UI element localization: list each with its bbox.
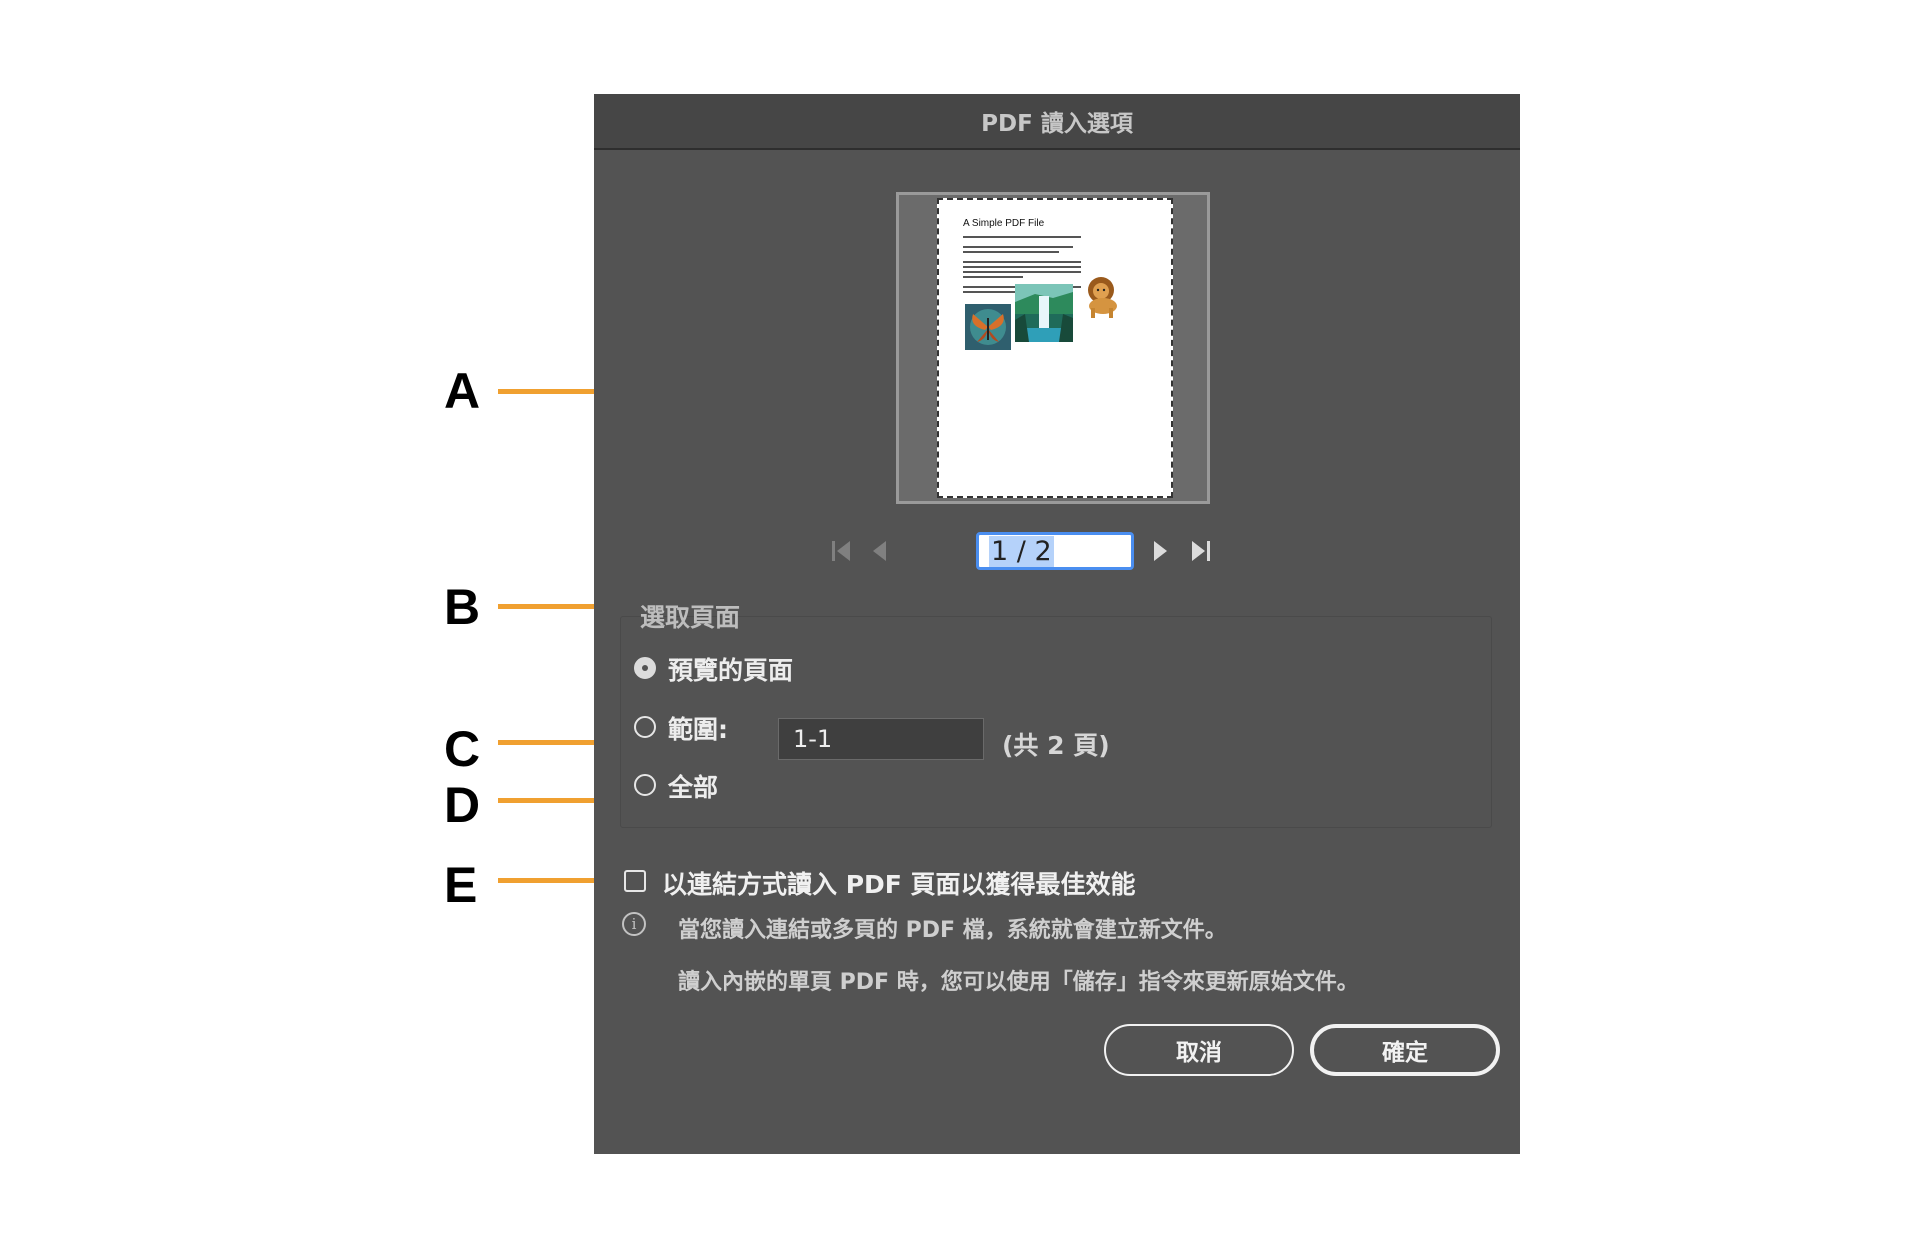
- preview-text-line: [963, 246, 1073, 248]
- preview-page: A Simple PDF File: [937, 198, 1173, 498]
- butterfly-image: [965, 304, 1011, 350]
- preview-page-title: A Simple PDF File: [963, 218, 1045, 229]
- link-pdf-checkbox-label: 以連結方式讀入 PDF 頁面以獲得最佳效能: [662, 870, 1136, 899]
- radio-previewed-page[interactable]: [634, 657, 656, 679]
- next-page-button[interactable]: [1146, 534, 1176, 568]
- preview-text-line: [963, 276, 1023, 278]
- link-pdf-checkbox[interactable]: [624, 870, 646, 892]
- first-page-button[interactable]: [826, 534, 856, 568]
- dialog-title: PDF 讀入選項: [594, 94, 1520, 150]
- info-text-line-1: 當您讀入連結或多頁的 PDF 檔，系統就會建立新文件。: [678, 918, 1227, 943]
- radio-range[interactable]: [634, 716, 656, 738]
- select-pages-label: 選取頁面: [640, 603, 741, 632]
- first-page-icon: [832, 541, 850, 561]
- page-preview: A Simple PDF File: [896, 192, 1210, 504]
- preview-text-line: [963, 266, 1081, 268]
- preview-text-line: [963, 261, 1081, 263]
- radio-all-label: 全部: [668, 773, 719, 802]
- range-page-count: (共 2 頁): [1002, 731, 1110, 760]
- ok-button[interactable]: 確定: [1310, 1024, 1500, 1076]
- last-page-icon: [1192, 541, 1210, 561]
- preview-text-line: [963, 251, 1059, 253]
- previous-page-icon: [873, 541, 886, 561]
- callout-d: D: [444, 777, 481, 833]
- select-pages-group: [620, 616, 1492, 828]
- preview-text-line: [963, 271, 1081, 273]
- callout-a: A: [444, 363, 481, 419]
- radio-range-label: 範圍:: [668, 715, 728, 744]
- next-page-icon: [1154, 541, 1167, 561]
- callout-c: C: [444, 721, 481, 777]
- radio-all[interactable]: [634, 774, 656, 796]
- callout-e: E: [444, 857, 478, 913]
- previous-page-button[interactable]: [864, 534, 894, 568]
- preview-text-line: [963, 236, 1081, 238]
- info-text-line-2: 讀入內嵌的單頁 PDF 時，您可以使用「儲存」指令來更新原始文件。: [678, 970, 1359, 995]
- range-input[interactable]: 1-1: [778, 718, 984, 760]
- page-number-field[interactable]: 1 / 2: [976, 532, 1134, 570]
- waterfall-image: [1015, 284, 1073, 342]
- radio-previewed-page-label: 預覽的頁面: [668, 656, 794, 685]
- callout-b: B: [444, 579, 481, 635]
- pdf-import-options-dialog: PDF 讀入選項 A Simple PDF File 1 / 2 選取頁面 預覽…: [594, 94, 1520, 1154]
- page-number-value: 1 / 2: [989, 535, 1054, 567]
- cancel-button[interactable]: 取消: [1104, 1024, 1294, 1076]
- lion-image: [1088, 277, 1117, 318]
- info-icon: i: [622, 912, 646, 936]
- last-page-button[interactable]: [1186, 534, 1216, 568]
